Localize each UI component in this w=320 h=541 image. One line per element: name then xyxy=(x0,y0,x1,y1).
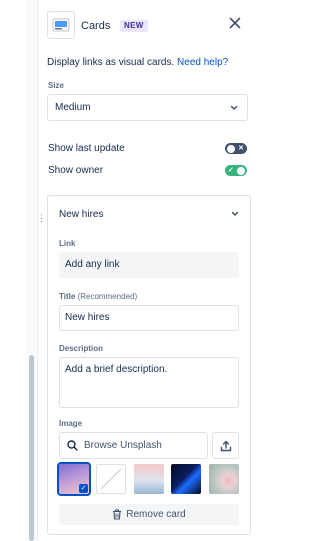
upload-button[interactable] xyxy=(212,432,239,459)
cards-app-icon xyxy=(47,11,75,39)
x-icon: ✕ xyxy=(238,145,244,152)
search-icon xyxy=(67,440,78,451)
close-button[interactable] xyxy=(225,13,245,33)
size-select[interactable]: Medium xyxy=(47,94,248,121)
title-label-hint: (Recommended) xyxy=(77,292,138,301)
remove-card-button[interactable]: Remove card xyxy=(59,504,239,525)
upload-icon xyxy=(220,440,231,451)
description-label: Description xyxy=(59,344,104,353)
show-last-update-toggle[interactable]: ✕ xyxy=(225,143,247,154)
thumbnail-purple-gradient[interactable]: ✓ xyxy=(57,462,91,496)
link-value: Add any link xyxy=(65,259,120,270)
close-icon xyxy=(229,17,241,29)
show-owner-row: Show owner ✓ xyxy=(47,163,248,179)
panel-description: Display links as visual cards. Need help… xyxy=(47,57,228,68)
thumbnail-pastel-sky[interactable] xyxy=(134,464,164,494)
description-placeholder: Add a brief description. xyxy=(65,364,168,375)
chevron-down-icon[interactable] xyxy=(230,209,240,219)
thumbnail-dark-blue-abstract[interactable] xyxy=(171,464,201,494)
show-last-update-label: Show last update xyxy=(48,143,125,154)
title-value: New hires xyxy=(65,312,110,323)
title-label: Title (Recommended) xyxy=(59,292,137,301)
remove-card-label: Remove card xyxy=(126,509,186,520)
image-search-placeholder: Browse Unsplash xyxy=(84,440,162,451)
chevron-down-icon xyxy=(230,105,238,111)
scrollbar-thumb[interactable] xyxy=(29,355,34,541)
show-last-update-row: Show last update ✕ xyxy=(47,141,248,157)
show-owner-label: Show owner xyxy=(48,165,104,176)
image-search-input[interactable]: Browse Unsplash xyxy=(59,432,208,459)
link-label: Link xyxy=(59,239,76,248)
cards-config-panel: Cards NEW Display links as visual cards.… xyxy=(37,0,254,541)
image-label: Image xyxy=(59,419,83,428)
card-item: New hires Link Add any link Title (Recom… xyxy=(47,195,251,535)
toggle-knob xyxy=(237,166,245,175)
size-label: Size xyxy=(48,81,65,90)
description-textarea[interactable]: Add a brief description. xyxy=(59,357,239,408)
image-thumbnails: ✓ xyxy=(57,462,239,496)
show-owner-toggle[interactable]: ✓ xyxy=(225,165,247,176)
title-label-text: Title xyxy=(59,292,76,301)
thumbnail-blank[interactable] xyxy=(96,464,126,494)
description-text: Display links as visual cards. xyxy=(47,57,175,68)
help-link[interactable]: Need help? xyxy=(177,57,228,68)
title-input[interactable]: New hires xyxy=(59,305,239,331)
card-title[interactable]: New hires xyxy=(59,209,103,220)
thumbnail-pink-flower[interactable] xyxy=(209,464,239,494)
link-input[interactable]: Add any link xyxy=(59,252,239,278)
trash-icon xyxy=(113,509,122,520)
check-icon: ✓ xyxy=(79,484,88,493)
new-badge: NEW xyxy=(120,20,148,32)
panel-title: Cards xyxy=(81,20,111,32)
size-value: Medium xyxy=(55,102,91,113)
toggle-knob xyxy=(227,144,235,153)
panel-header: Cards NEW xyxy=(47,11,252,41)
check-icon: ✓ xyxy=(228,167,234,174)
